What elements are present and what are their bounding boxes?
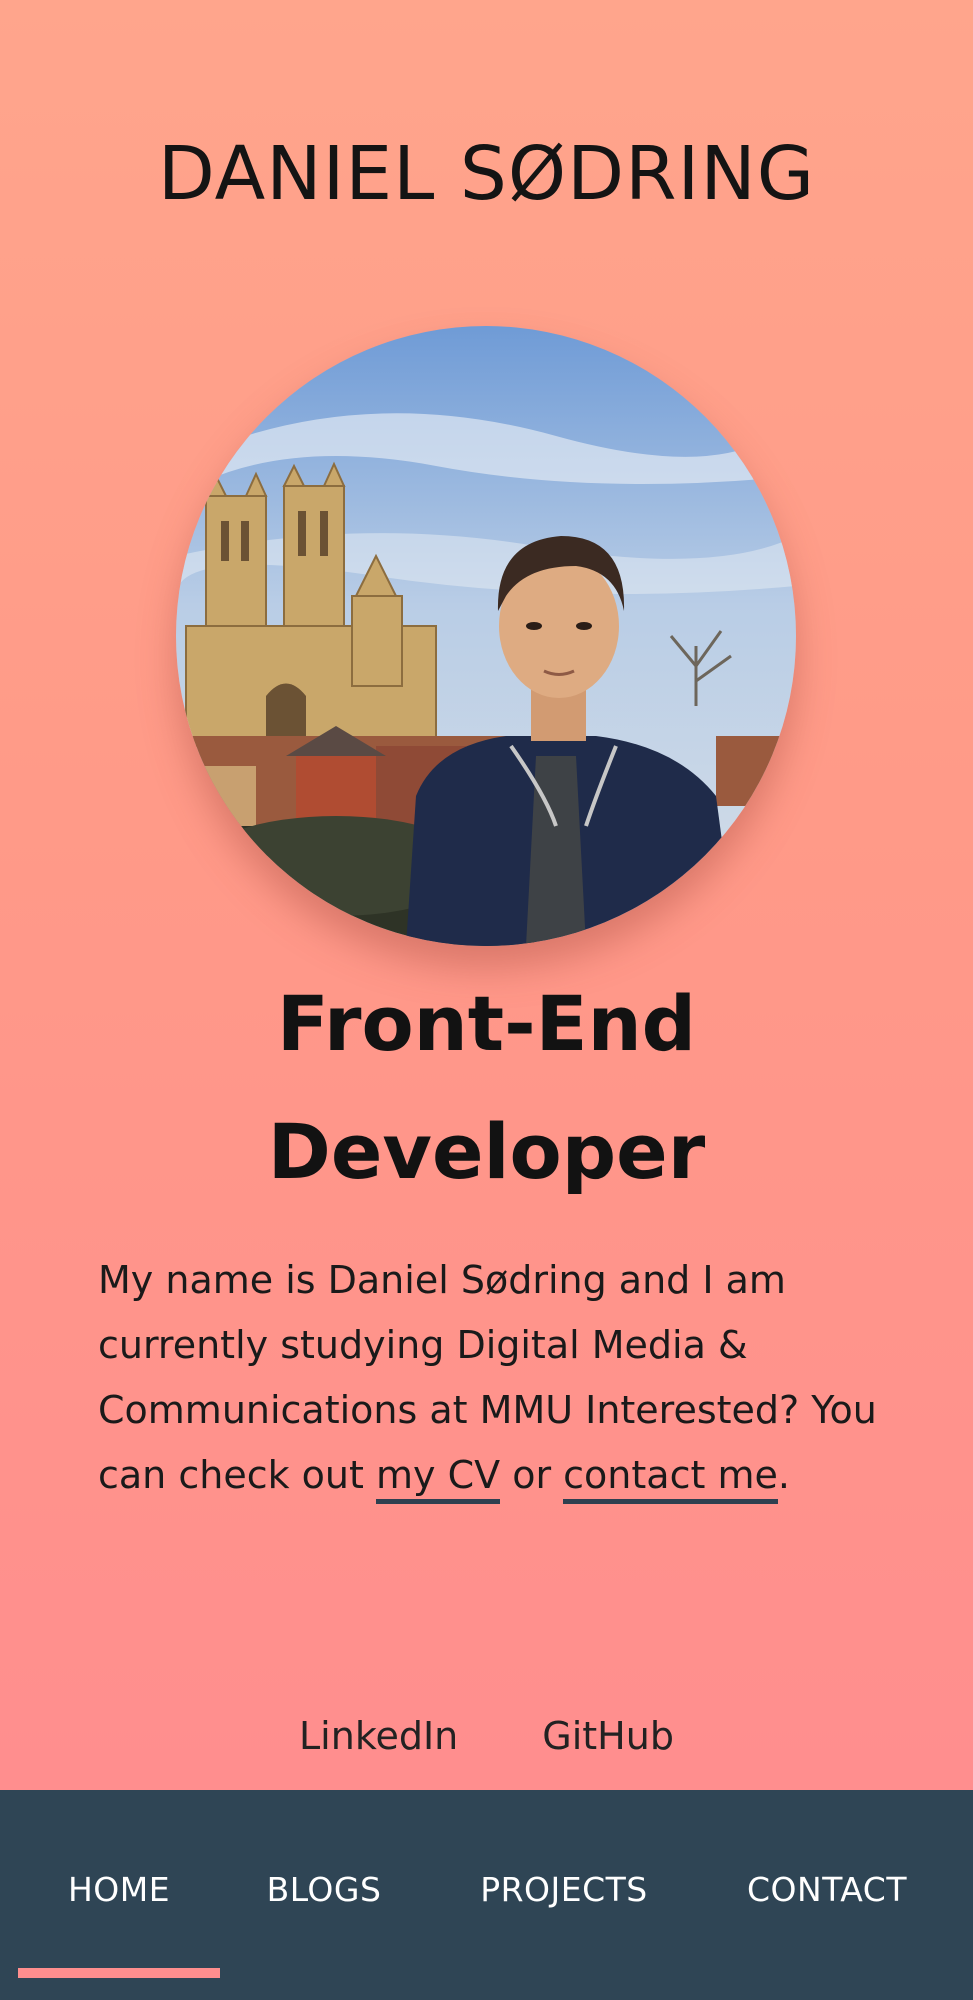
github-link[interactable]: GitHub — [542, 1714, 674, 1758]
job-title-line2: Developer — [267, 1107, 706, 1196]
page-background: DANIEL SØDRING Front-End Developer My na… — [0, 0, 973, 1790]
nav-item-blogs[interactable]: BLOGS — [238, 1790, 410, 2000]
profile-photo — [176, 326, 796, 946]
bottom-navbar: HOME BLOGS PROJECTS CONTACT — [0, 1790, 973, 2000]
intro-paragraph: My name is Daniel Sødring and I am curre… — [98, 1248, 890, 1508]
job-title-line1: Front-End — [276, 979, 697, 1068]
intro-text-middle: or — [500, 1453, 564, 1497]
social-links: LinkedIn GitHub — [0, 1708, 973, 1764]
site-name: DANIEL SØDRING — [157, 131, 816, 217]
cv-link[interactable]: my CV — [376, 1453, 501, 1504]
job-title: Front-End Developer — [0, 960, 973, 1216]
nav-item-projects[interactable]: PROJECTS — [452, 1790, 676, 2000]
active-nav-indicator — [18, 1968, 220, 1978]
profile-avatar — [176, 326, 796, 946]
nav-item-contact[interactable]: CONTACT — [722, 1790, 932, 2000]
intro-text-end: . — [777, 1453, 790, 1497]
contact-me-link[interactable]: contact me — [563, 1453, 778, 1504]
linkedin-link[interactable]: LinkedIn — [299, 1714, 458, 1758]
